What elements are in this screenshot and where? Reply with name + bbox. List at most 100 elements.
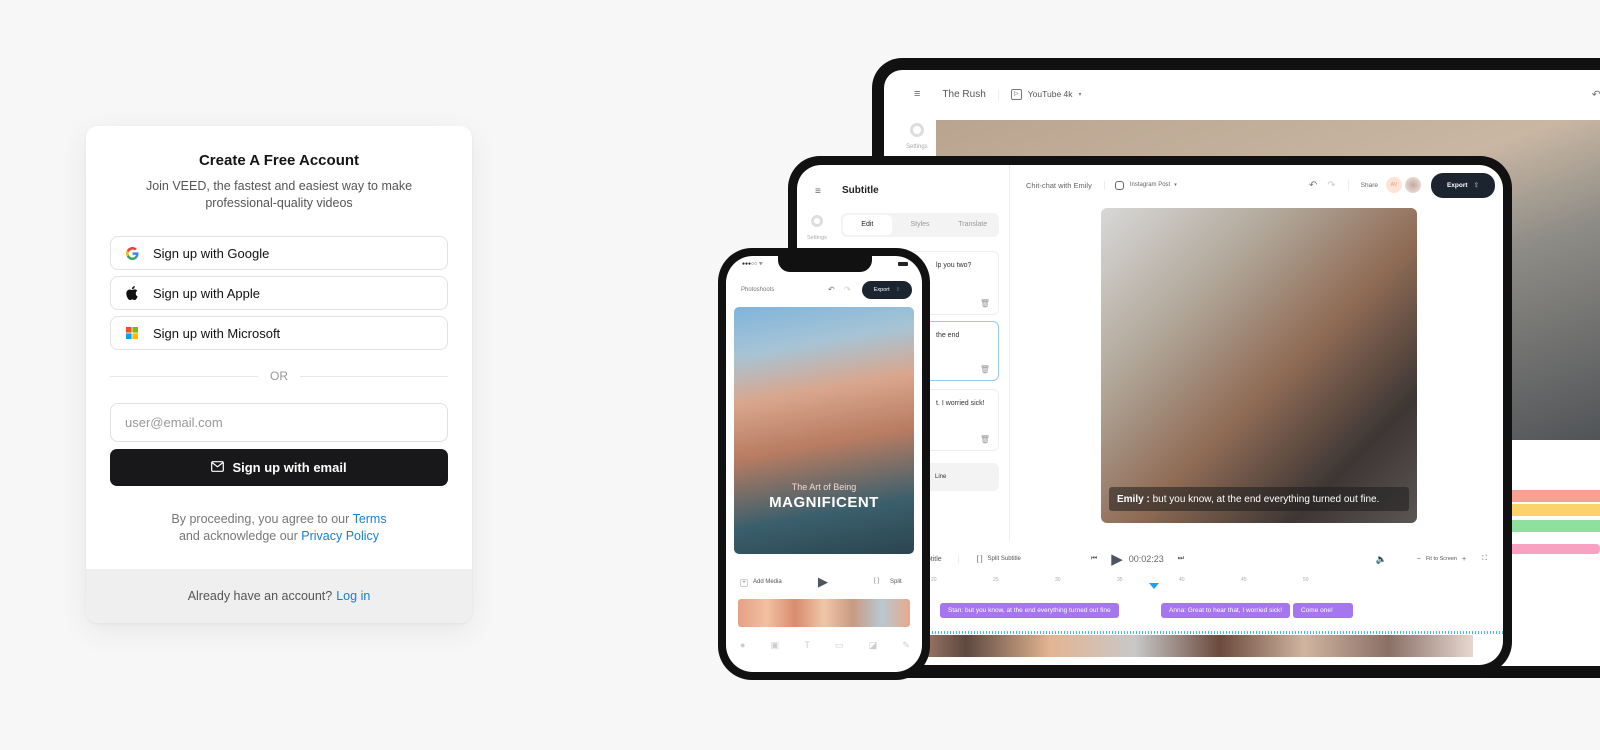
elements-icon[interactable]: ◪ xyxy=(869,640,878,651)
settings-icon xyxy=(910,123,924,137)
phone-project-title: Photoshoots xyxy=(741,287,775,293)
video-preview: Emily : but you know, at the end everyth… xyxy=(1101,208,1417,523)
delete-icon[interactable]: 🗑 xyxy=(980,365,990,374)
upload-icon: ⇪ xyxy=(1473,182,1480,189)
subtitle-chip[interactable]: Come one! xyxy=(1293,603,1353,618)
ruler-tick: 20 xyxy=(931,577,937,583)
draw-icon[interactable]: ✎ xyxy=(902,640,910,651)
export-label: Export xyxy=(1446,181,1468,189)
user-avatar xyxy=(1405,177,1421,193)
login-link[interactable]: Log in xyxy=(336,589,370,603)
subtitle-line-text: t. I worried sick! xyxy=(936,400,985,407)
export-button[interactable]: Export ⇪ xyxy=(1431,172,1495,198)
zoom-in-icon[interactable]: + xyxy=(1462,556,1466,563)
ruler-tick: 35 xyxy=(1117,577,1123,583)
laptop-settings-label: Settings xyxy=(906,144,928,150)
add-media-icon[interactable]: + xyxy=(740,579,748,587)
laptop-color-tracks xyxy=(1504,490,1600,554)
redo-icon[interactable]: ↷ xyxy=(844,285,851,294)
tab-translate[interactable]: Translate xyxy=(948,215,997,235)
video-format-icon: ▷ xyxy=(1010,88,1022,100)
skip-forward-icon[interactable]: ⏭ xyxy=(1178,555,1184,563)
play-icon[interactable]: ▶ xyxy=(1111,550,1123,568)
delete-icon[interactable]: 🗑 xyxy=(980,299,990,308)
login-footer: Already have an account? Log in xyxy=(86,569,472,623)
skip-back-icon[interactable]: ⏮ xyxy=(1091,555,1097,563)
zoom-out-icon[interactable]: − xyxy=(1417,556,1421,563)
footer-text: Already have an account? xyxy=(187,589,333,603)
privacy-policy-link[interactable]: Privacy Policy xyxy=(301,529,379,543)
phone-video-preview: The Art of Being MAGNIFICENT xyxy=(734,307,914,554)
undo-icon[interactable]: ↶ xyxy=(1309,180,1317,191)
phone-export-label: Export xyxy=(873,287,890,293)
split-subtitle-button[interactable]: Split Subtitle xyxy=(988,556,1021,562)
caption-text: but you know, at the end everything turn… xyxy=(1149,493,1380,505)
caption-speaker: Emily : xyxy=(1117,493,1150,505)
subtitle-chip[interactable]: Stan: but you know, at the end everythin… xyxy=(940,603,1119,618)
subtitles-icon[interactable]: ▭ xyxy=(835,640,844,651)
phone-screen: ●●●○○ ᯤ Photoshoots ↶ ↷ Export ⇪ The Art… xyxy=(726,256,922,672)
add-media-button[interactable]: Add Media xyxy=(753,579,782,585)
redo-icon[interactable]: ↷ xyxy=(1327,179,1349,191)
page-title: Create A Free Account xyxy=(198,152,360,169)
phone-title-line1: The Art of Being xyxy=(791,482,857,492)
subtitle-panel-title: Subtitle xyxy=(842,185,879,196)
microsoft-signup-button[interactable]: Sign up with Microsoft xyxy=(110,316,448,350)
email-input[interactable] xyxy=(110,403,448,442)
phone-thumbnail-track xyxy=(738,599,910,627)
split-button[interactable]: Split xyxy=(890,579,902,585)
phone-export-button[interactable]: Export ⇪ xyxy=(862,281,912,299)
settings-icon[interactable]: ● xyxy=(740,640,745,651)
menu-icon: ≡ xyxy=(815,186,821,197)
tab-styles[interactable]: Styles xyxy=(896,215,945,235)
or-label: OR xyxy=(270,369,288,383)
share-button[interactable]: Share xyxy=(1361,182,1378,189)
tablet-format: Instagram Post xyxy=(1129,182,1171,188)
playhead[interactable] xyxy=(1149,583,1159,589)
microsoft-signup-label: Sign up with Microsoft xyxy=(153,325,281,341)
signup-card: Create A Free Account Join VEED, the fas… xyxy=(86,126,472,623)
phone-mockup: ●●●○○ ᯤ Photoshoots ↶ ↷ Export ⇪ The Art… xyxy=(718,248,930,680)
legal-prefix: By proceeding, you agree to our xyxy=(171,512,350,526)
subtitle: Join VEED, the fastest and easiest way t… xyxy=(145,179,413,210)
video-caption: Emily : but you know, at the end everyth… xyxy=(1109,487,1409,511)
google-signup-button[interactable]: Sign up with Google xyxy=(110,236,448,270)
upload-icon: ⇪ xyxy=(895,287,901,293)
instagram-icon xyxy=(1114,180,1124,190)
legal-middle: and acknowledge our xyxy=(178,529,298,543)
undo-icon: ↶ xyxy=(1591,88,1600,101)
add-line-label: Line xyxy=(935,474,947,480)
timecode: 00:02:23 xyxy=(1128,554,1164,564)
apple-icon xyxy=(125,286,139,300)
ruler-tick: 50 xyxy=(1303,577,1309,583)
subtitle-line-text: lp you two? xyxy=(936,262,972,269)
battery-icon xyxy=(898,262,908,266)
email-signup-label: Sign up with email xyxy=(232,460,347,475)
fullscreen-icon[interactable]: ⛶ xyxy=(1482,555,1487,563)
email-signup-button[interactable]: Sign up with email xyxy=(110,449,448,486)
laptop-format: YouTube 4k xyxy=(1027,89,1073,99)
undo-icon[interactable]: ↶ xyxy=(828,285,835,294)
signal-icon: ●●●○○ ᯤ xyxy=(742,261,764,267)
fit-to-screen[interactable]: Fit to Screen xyxy=(1426,556,1457,562)
divider-line xyxy=(300,375,448,377)
tablet-project-title: Chit-chat with Emily xyxy=(1026,180,1105,190)
chevron-down-icon: ▾ xyxy=(1078,91,1082,98)
apple-signup-button[interactable]: Sign up with Apple xyxy=(110,276,448,310)
ruler-tick: 30 xyxy=(1055,577,1061,583)
volume-icon[interactable]: 🔈 xyxy=(1376,554,1387,565)
ruler-tick: 45 xyxy=(1241,577,1247,583)
delete-icon[interactable]: 🗑 xyxy=(980,435,990,444)
laptop-project-title: The Rush xyxy=(942,88,999,100)
subtitle-chip[interactable]: Anna: Great to hear that, I worried sick… xyxy=(1161,603,1291,618)
phone-notch xyxy=(778,256,872,272)
terms-link[interactable]: Terms xyxy=(353,512,387,526)
phone-tool-bar: ● ▣ T ▭ ◪ ✎ xyxy=(740,640,910,651)
text-icon[interactable]: T xyxy=(804,640,810,651)
or-divider: OR xyxy=(110,369,448,383)
play-icon[interactable]: ▶ xyxy=(818,574,828,590)
media-icon[interactable]: ▣ xyxy=(771,640,780,651)
settings-icon xyxy=(811,215,823,227)
tab-edit[interactable]: Edit xyxy=(843,215,892,235)
phone-title-line2: MAGNIFICENT xyxy=(769,494,879,511)
